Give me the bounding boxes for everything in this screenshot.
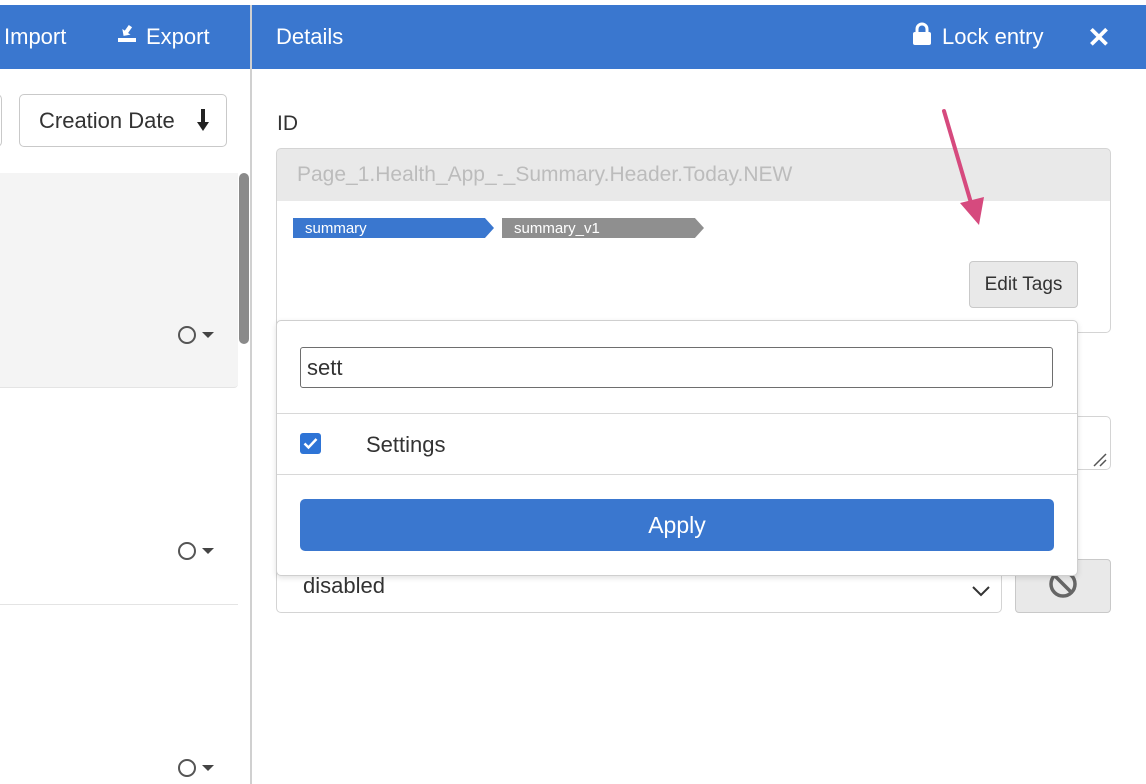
tag-summary-v1: summary_v1	[502, 218, 704, 238]
circle-icon	[178, 759, 196, 777]
details-title: Details	[276, 24, 344, 49]
edit-tags-button[interactable]: Edit Tags	[969, 261, 1078, 308]
list-scrollbar[interactable]	[239, 173, 249, 344]
checkmark-icon	[303, 438, 318, 450]
lock-entry-label: Lock entry	[942, 24, 1044, 49]
tag-summary: summary	[293, 218, 494, 238]
id-label: ID	[277, 112, 298, 135]
list-item[interactable]	[0, 605, 238, 784]
arrow-down-icon	[196, 107, 210, 139]
annotation-arrow-icon	[942, 109, 984, 225]
sort-by-creation-date-button[interactable]: Creation Date	[19, 94, 227, 147]
apply-button[interactable]: Apply	[300, 499, 1054, 551]
export-label: Export	[146, 24, 210, 49]
caret-down-icon	[202, 548, 214, 554]
state-select-value: disabled	[303, 573, 385, 598]
entry-list	[0, 173, 238, 784]
import-button[interactable]: Import	[4, 5, 66, 69]
circle-icon	[178, 326, 196, 344]
status-dropdown[interactable]	[178, 759, 214, 777]
export-icon	[116, 23, 146, 51]
popover-divider	[277, 413, 1077, 414]
panel-divider[interactable]	[250, 5, 252, 784]
popover-divider	[277, 474, 1077, 475]
list-item[interactable]	[0, 388, 238, 605]
chevron-down-icon	[971, 578, 991, 604]
left-toolbar: Import Export	[0, 5, 250, 69]
export-button[interactable]: Export	[116, 5, 210, 69]
list-item[interactable]	[0, 173, 238, 388]
tag-option-label[interactable]: Settings	[366, 432, 446, 458]
status-dropdown[interactable]	[178, 326, 214, 344]
status-dropdown[interactable]	[178, 542, 214, 560]
sort-label: Creation Date	[39, 107, 175, 133]
tag-search-input[interactable]	[300, 347, 1053, 388]
settings-checkbox[interactable]	[300, 433, 321, 454]
circle-icon	[178, 542, 196, 560]
details-header: Details Lock entry ✕	[252, 5, 1146, 69]
resize-grip-icon[interactable]	[1092, 452, 1108, 468]
lock-icon	[912, 22, 942, 52]
caret-down-icon	[202, 332, 214, 338]
lock-entry-button[interactable]: Lock entry	[912, 5, 1044, 69]
caret-down-icon	[202, 765, 214, 771]
close-icon[interactable]: ✕	[1087, 5, 1110, 69]
filter-button-partial[interactable]	[0, 94, 2, 147]
import-label: Import	[4, 24, 67, 49]
